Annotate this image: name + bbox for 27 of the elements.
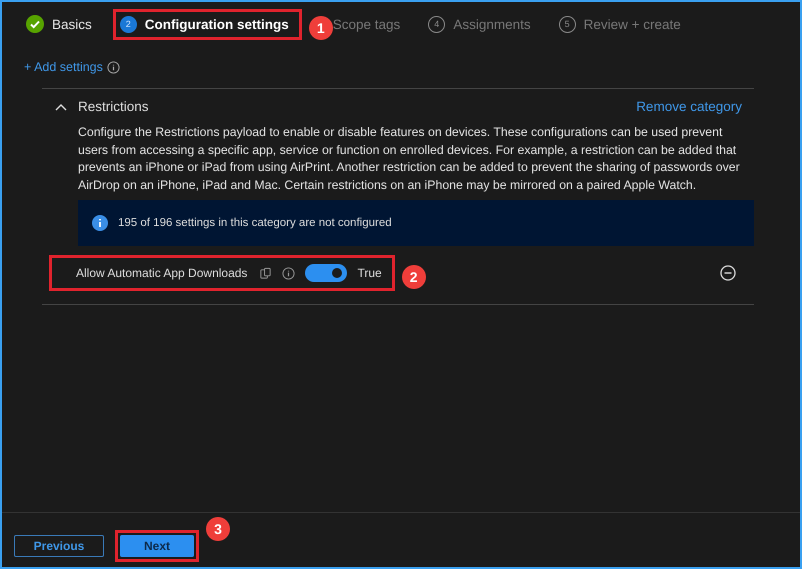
wizard-step[interactable]: Basics: [26, 15, 92, 33]
next-button[interactable]: Next: [120, 535, 194, 557]
device-icon: [259, 266, 272, 280]
wizard-step[interactable]: Scope tags: [332, 16, 400, 32]
remove-category-link[interactable]: Remove category: [636, 99, 742, 114]
remove-icon[interactable]: [720, 265, 736, 281]
step-number: 2: [120, 16, 137, 32]
checkmark-icon: [26, 15, 44, 33]
add-settings-link[interactable]: + Add settings: [24, 60, 103, 74]
info-icon: [92, 215, 108, 231]
info-text: 195 of 196 settings in this category are not configured: [118, 217, 392, 229]
info-icon: [106, 60, 120, 74]
category-title: Restrictions: [78, 99, 150, 114]
step-number: 4: [428, 16, 446, 32]
wizard-step[interactable]: 5 Review + create: [558, 16, 681, 32]
toggle-switch[interactable]: [305, 264, 348, 282]
callout-badge: 3: [206, 517, 230, 541]
step-number: 5: [558, 16, 576, 32]
wizard-step[interactable]: 4 Assignments: [428, 16, 531, 32]
callout-badge: 2: [402, 265, 426, 289]
toggle-value: True: [357, 266, 382, 280]
info-icon: [282, 266, 296, 280]
previous-button[interactable]: Previous: [14, 535, 104, 557]
setting-label: Allow Automatic App Downloads: [76, 266, 248, 280]
callout-badge: 1: [308, 16, 333, 40]
category-description: Configure the Restrictions payload to enable or disable features on devices. These configurations can be used prevent users from accessing a specific app, service or function on enrolled devices. For example, a restriction can be added that prevents an iPhone or iPad from using AirPrint. Another restriction can be added to prevent the sharing of passwords over AirDrop on an iPhone, iPad and Mac. Certain restrictions on an iPhone may be mirrored on a paired Apple Watch.: [78, 124, 741, 194]
wizard-step[interactable]: 2 Configuration settings: [120, 16, 289, 32]
